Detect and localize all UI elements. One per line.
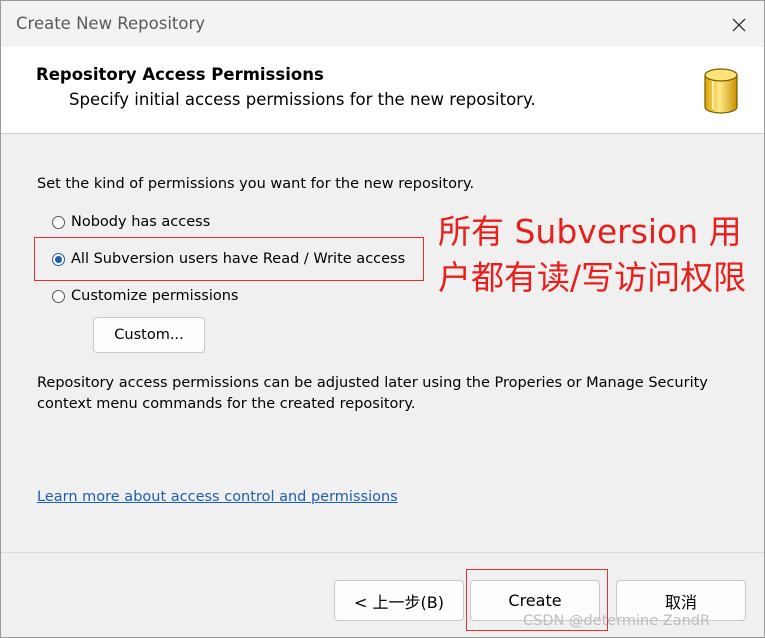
radio-label: Customize permissions xyxy=(71,288,239,304)
watermark-text: CSDN @determine ZandR xyxy=(523,613,711,629)
close-icon xyxy=(732,18,746,32)
radio-label: All Subversion users have Read / Write a… xyxy=(71,251,406,267)
radio-customize-permissions[interactable]: Customize permissions xyxy=(52,286,238,306)
title-bar: Create New Repository xyxy=(1,1,764,47)
dialog-window: Create New Repository Repository Access … xyxy=(0,0,765,638)
page-title: Repository Access Permissions xyxy=(36,65,324,84)
radio-all-users-read-write[interactable]: All Subversion users have Read / Write a… xyxy=(52,249,405,269)
page-header: Repository Access Permissions Specify in… xyxy=(1,47,764,134)
annotation-text: 所有 Subversion 用户都有读/写访问权限 xyxy=(438,212,747,297)
close-button[interactable] xyxy=(719,9,759,41)
radio-button[interactable] xyxy=(52,215,65,229)
radio-nobody-access[interactable]: Nobody has access xyxy=(52,212,210,232)
custom-button[interactable]: Custom... xyxy=(93,317,205,353)
note-text: Repository access permissions can be adj… xyxy=(37,375,708,412)
footer-separator xyxy=(1,552,764,553)
page-subtitle: Specify initial access permissions for t… xyxy=(69,90,536,109)
intro-text: Set the kind of permissions you want for… xyxy=(37,176,475,192)
radio-button-selected[interactable] xyxy=(52,252,65,266)
window-title: Create New Repository xyxy=(16,14,206,33)
back-button[interactable]: < 上一步(B) xyxy=(334,580,464,621)
radio-button[interactable] xyxy=(52,289,65,303)
radio-label: Nobody has access xyxy=(71,214,211,230)
learn-more-link[interactable]: Learn more about access control and perm… xyxy=(37,489,398,505)
database-icon xyxy=(704,68,738,114)
